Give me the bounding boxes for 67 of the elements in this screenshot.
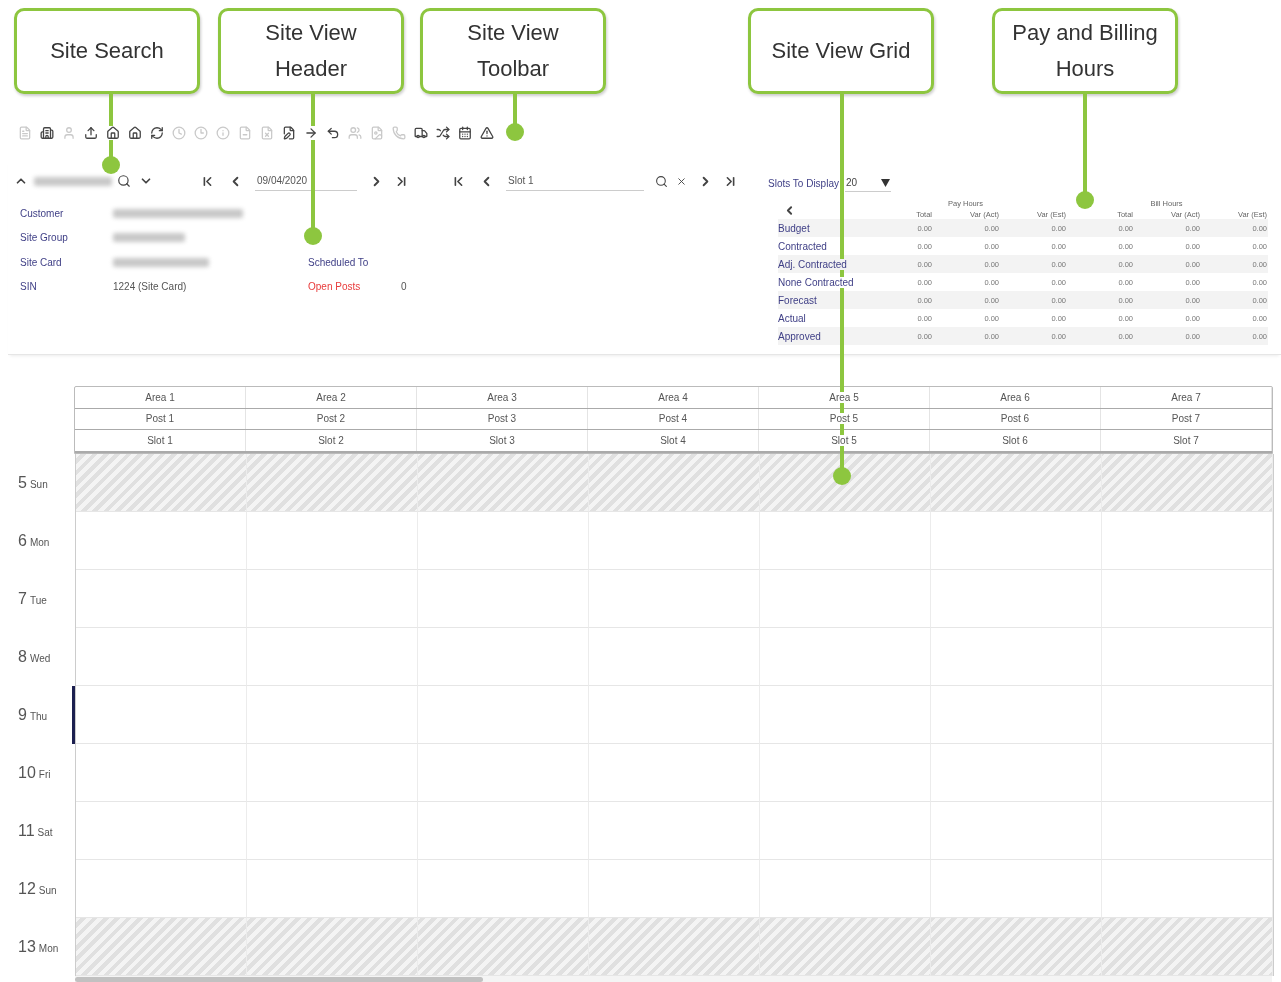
callout-box: Site View Header — [218, 8, 404, 94]
column-header: Slot 1 — [146, 434, 174, 446]
upload-icon[interactable] — [84, 126, 98, 140]
row-label: Actual — [778, 312, 806, 324]
field-label: Customer — [20, 207, 65, 219]
column-header: Post 3 — [486, 413, 518, 425]
row-label: Forecast — [778, 294, 817, 306]
edit-document-icon[interactable] — [282, 126, 296, 140]
slot-field[interactable]: Slot 1 — [506, 171, 644, 191]
warning-icon[interactable] — [480, 126, 494, 140]
row-label: Adj. Contracted — [778, 258, 847, 270]
column-header: Area 1 — [144, 391, 176, 403]
column-header: Slot 4 — [659, 434, 687, 446]
day-label: 10 Fri — [18, 763, 51, 782]
dropdown-arrow-icon[interactable] — [880, 178, 890, 187]
row-label: None Contracted — [778, 276, 854, 288]
row-label: Budget — [778, 222, 810, 234]
column-header: Area 3 — [486, 391, 518, 403]
calendar-icon[interactable] — [458, 126, 472, 140]
scrollbar[interactable] — [75, 975, 1272, 982]
field-label: Open Posts — [308, 281, 362, 293]
column-header: Area 4 — [657, 391, 689, 403]
home-icon[interactable] — [128, 126, 142, 140]
column-header: Area 6 — [999, 391, 1031, 403]
column-header: Area 5 — [828, 391, 860, 403]
day-label: 8 Wed — [18, 647, 51, 666]
refresh-icon[interactable] — [150, 126, 164, 140]
column-header: Post 1 — [144, 413, 176, 425]
field-value: 1224 (Site Card) — [113, 281, 187, 293]
column-header: Slot 3 — [488, 434, 516, 446]
callout-box: Pay and Billing Hours — [992, 8, 1178, 94]
day-label: 11 Sat — [18, 821, 53, 840]
clear-icon[interactable] — [676, 175, 687, 187]
day-label: 12 Sun — [18, 879, 57, 898]
field-label: Site Group — [20, 232, 69, 244]
search-icon[interactable] — [655, 174, 668, 188]
row-label: Approved — [778, 330, 821, 342]
column-header: Post 4 — [657, 413, 689, 425]
column-header: Slot 5 — [830, 434, 858, 446]
day-label: 9 Thu — [18, 705, 48, 724]
column-header: Post 2 — [315, 413, 347, 425]
column-header: Area 2 — [315, 391, 347, 403]
field-label: Scheduled To — [308, 256, 370, 268]
day-label: 5 Sun — [18, 473, 48, 492]
field-label: Slots To Display — [768, 177, 839, 189]
column-header: Slot 6 — [1001, 434, 1029, 446]
column-header: Post 7 — [1170, 413, 1202, 425]
column-header: Post 6 — [999, 413, 1031, 425]
column-header: Post 5 — [828, 413, 860, 425]
field-label: SIN — [20, 281, 38, 293]
column-header: Slot 7 — [1172, 434, 1200, 446]
leader-line — [506, 94, 524, 141]
column-header: Area 7 — [1170, 391, 1202, 403]
row-label: Contracted — [778, 240, 827, 252]
callout-box: Site Search — [14, 8, 200, 94]
day-label: 13 Mon — [18, 937, 59, 956]
column-header: Slot 2 — [317, 434, 345, 446]
day-label: 7 Tue — [18, 589, 47, 608]
truck-icon[interactable] — [414, 126, 428, 140]
field-label: Site Card — [20, 256, 63, 268]
callout-box: Site View Toolbar — [420, 8, 606, 94]
callout-box: Site View Grid — [748, 8, 934, 94]
search-icon[interactable] — [117, 174, 131, 188]
home-icon[interactable] — [106, 126, 120, 140]
shuffle-icon[interactable] — [436, 126, 450, 140]
field-value: 0 — [401, 281, 407, 293]
day-label: 6 Mon — [18, 531, 50, 550]
